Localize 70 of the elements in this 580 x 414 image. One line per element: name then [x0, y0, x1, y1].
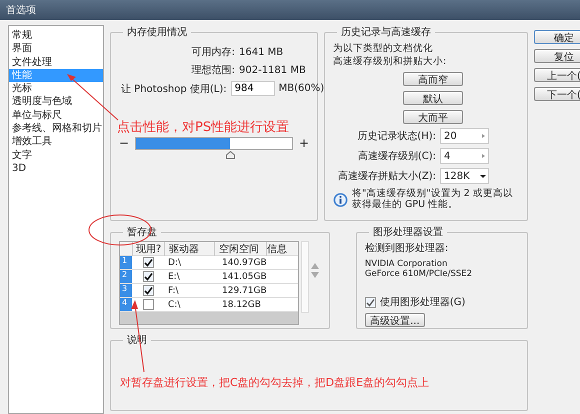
category-item[interactable]: 文件处理 [9, 56, 103, 69]
field-label: 高速缓存拼贴大小(Z): [338, 170, 436, 183]
panel-title: 历史记录与高速缓存 [340, 26, 432, 39]
checkbox[interactable] [142, 285, 154, 296]
category-item[interactable]: 单位与标尺 [9, 108, 103, 122]
category-item[interactable]: 光标 [9, 82, 103, 96]
checkbox[interactable] [142, 271, 154, 282]
preset-button[interactable]: 大而平 [403, 110, 463, 124]
column-header[interactable]: 信息 [266, 242, 298, 256]
annotation-text: 点击性能，对PS性能进行设置 [117, 119, 290, 136]
dialog-button[interactable]: 上一个( [534, 68, 580, 82]
field-label: 高速缓存级别(C): [358, 150, 436, 163]
checkbox[interactable] [142, 299, 154, 310]
row-number: 1 [120, 256, 132, 269]
category-item[interactable]: 界面 [9, 42, 103, 56]
dialog-button[interactable]: 复位 [534, 49, 580, 63]
gpu-label: 检测到图形处理器: [364, 242, 450, 255]
category-item[interactable]: 3D [9, 162, 103, 176]
table-cell-text: 18.12GB [221, 300, 262, 310]
scrollbar[interactable] [301, 241, 309, 313]
move-down-icon[interactable] [311, 272, 319, 278]
gpu-model: GeForce 610M/PCIe/SSE2 [364, 269, 474, 279]
category-item[interactable]: 增效工具 [9, 135, 103, 149]
preset-button[interactable]: 高而窄 [403, 72, 463, 86]
dialog-button[interactable]: 下一个( [534, 87, 580, 101]
memory-value: 902-1181 MB [239, 64, 306, 76]
annotation-text: 对暂存盘进行设置，把C盘的勾勾去掉，把D盘跟E盘的勾勾点上 [120, 375, 430, 390]
advanced-settings-button[interactable]: 高级设置... [364, 313, 425, 327]
table-cell-text: D:\ [167, 258, 182, 268]
category-item[interactable]: 透明度与色域 [9, 95, 103, 109]
row-number: 2 [120, 270, 132, 283]
column-header[interactable]: 驱动器 [164, 242, 214, 256]
checkbox-label: 使用图形处理器(G) [380, 296, 466, 309]
table-cell-text: C:\ [167, 300, 182, 310]
table-cell-text: 140.97GB [221, 258, 268, 268]
minus-sign: − [119, 136, 130, 150]
row-number: 3 [120, 284, 132, 297]
category-item[interactable]: 文字 [9, 148, 103, 162]
row-number: 4 [120, 298, 132, 311]
memory-label: 可用内存: [190, 46, 235, 59]
table-cell-text: 141.05GB [221, 272, 268, 282]
move-up-icon[interactable] [311, 263, 319, 269]
category-item[interactable]: 常规 [9, 29, 103, 42]
gpu-vendor: NVIDIA Corporation [364, 259, 448, 269]
dropdown-field[interactable]: 128K [440, 168, 489, 184]
panel-title: 图形处理器设置 [372, 226, 444, 239]
preset-button[interactable]: 默认 [403, 91, 463, 105]
info-text: 将"高速缓存级别"设置为 2 或更高以获得最佳的 GPU 性能。 [352, 188, 514, 210]
plus-sign: + [298, 136, 309, 150]
panel-title: 内存使用情况 [126, 26, 188, 39]
column-header[interactable]: 空闲空间 [214, 242, 266, 256]
spin-field[interactable]: 20 [440, 128, 489, 144]
column-header[interactable]: 现用? [132, 242, 164, 256]
optimize-text: 为以下类型的文档优化 [333, 43, 434, 54]
memory-input[interactable]: 984 [230, 81, 275, 96]
table-cell-text: F:\ [167, 286, 180, 296]
table-cell-text: 129.71GB [221, 286, 268, 296]
percent-text: MB(60%) [278, 83, 324, 94]
spin-field[interactable]: 4 [440, 148, 489, 164]
checkbox[interactable] [364, 296, 376, 308]
field-label: 历史记录状态(H): [357, 130, 436, 143]
dialog-button[interactable]: 确定 [534, 30, 580, 44]
memory-label: 理想范围: [190, 64, 235, 77]
optimize-text: 高速缓存级别和拼贴大小: [333, 56, 448, 67]
memory-label: 让 Photoshop 使用(L): [121, 82, 227, 96]
window-title: 首选项 [6, 4, 36, 17]
table-cell-text: E:\ [167, 272, 181, 282]
checkbox[interactable] [142, 257, 154, 268]
category-item[interactable]: 参考线、网格和切片 [9, 122, 103, 136]
memory-value: 1641 MB [239, 46, 284, 58]
